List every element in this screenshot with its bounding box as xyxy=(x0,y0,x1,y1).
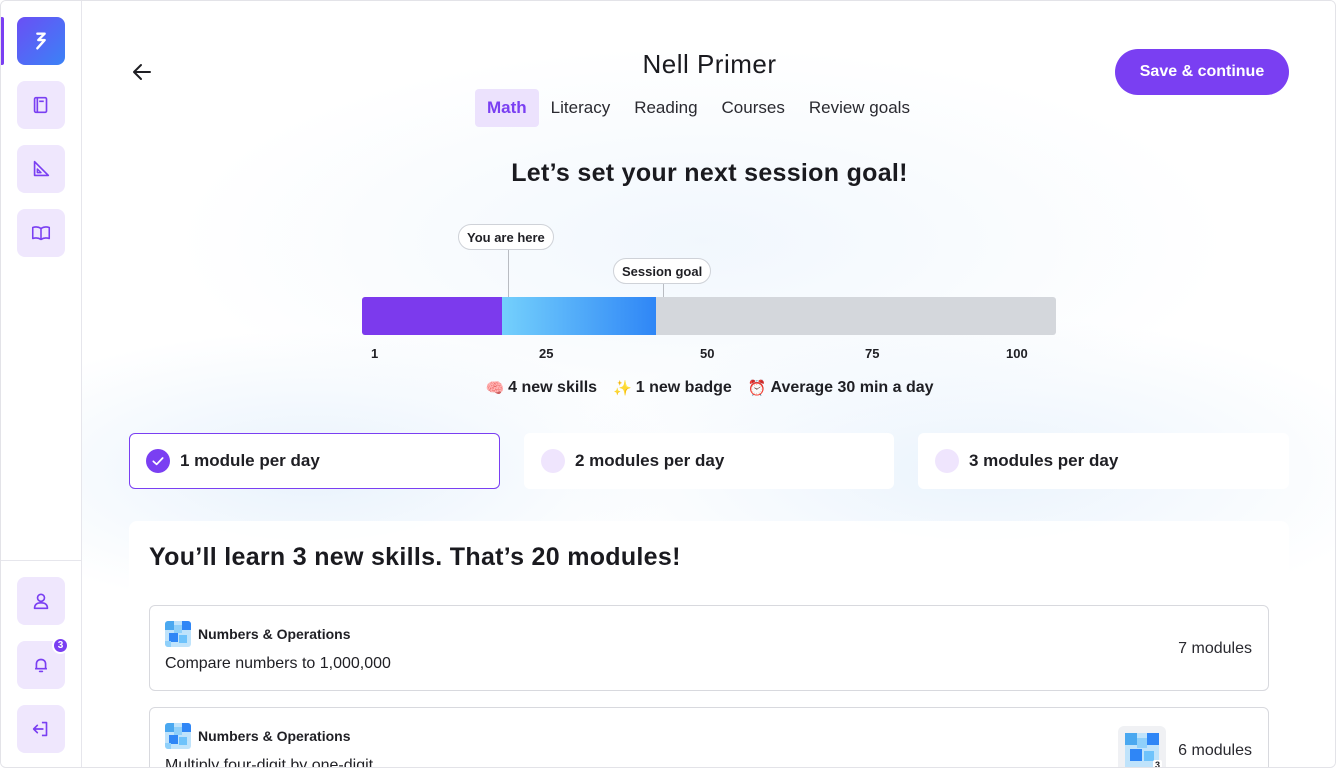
option-label: 2 modules per day xyxy=(575,451,725,470)
progress-tick-label: 25 xyxy=(539,346,554,361)
stat-text: 1 new badge xyxy=(635,379,732,396)
tab-review-goals[interactable]: Review goals xyxy=(797,89,922,127)
skill-module-count: 7 modules xyxy=(1178,640,1252,657)
sidebar: 3 xyxy=(1,1,82,767)
option-1-module-per-day[interactable]: 1 module per day xyxy=(129,433,500,489)
sidebar-item-geometry[interactable] xyxy=(17,145,65,193)
option-3-modules-per-day[interactable]: 3 modules per day xyxy=(918,433,1289,489)
progress-tick-label: 50 xyxy=(700,346,715,361)
skill-category: Numbers & Operations xyxy=(198,626,351,642)
you-are-here-label: You are here xyxy=(458,224,554,250)
option-label: 3 modules per day xyxy=(969,451,1119,470)
sidebar-item-book[interactable] xyxy=(17,81,65,129)
progress-tick-label: 100 xyxy=(1006,346,1028,361)
tab-courses[interactable]: Courses xyxy=(710,89,797,127)
tab-literacy[interactable]: Literacy xyxy=(539,89,623,127)
goal-headline: Let’s set your next session goal! xyxy=(511,159,908,187)
notification-count-badge: 3 xyxy=(52,637,69,654)
sidebar-item-home[interactable] xyxy=(17,17,65,65)
skill-name: Compare numbers to 1,000,000 xyxy=(165,655,391,672)
sidebar-divider xyxy=(1,560,81,561)
radio-checked-icon xyxy=(146,449,170,473)
progress-goal-segment xyxy=(502,297,656,335)
stat-text: 4 new skills xyxy=(508,379,598,396)
open-book-icon xyxy=(31,226,51,241)
progress-bar xyxy=(362,297,1056,335)
book-icon xyxy=(33,96,48,114)
bell-icon xyxy=(35,658,47,673)
goal-stats: 🧠 4 new skills ✨ 1 new badge ⏰ Average 3… xyxy=(82,379,1335,397)
radio-unchecked-icon xyxy=(541,449,565,473)
stat-text: Average 30 min a day xyxy=(770,379,934,396)
bolt-logo-icon xyxy=(36,32,46,50)
option-label: 1 module per day xyxy=(180,451,320,470)
badge-level: 3 xyxy=(1152,760,1162,768)
sidebar-item-profile[interactable] xyxy=(17,577,65,625)
progress-completed-segment xyxy=(362,297,502,335)
progress-tick-label: 75 xyxy=(865,346,880,361)
sidebar-item-reading[interactable] xyxy=(17,209,65,257)
app-window: 3 Nell Primer Math Literacy Reading Cour… xyxy=(0,0,1336,768)
save-continue-button[interactable]: Save & continue xyxy=(1115,49,1289,95)
skill-card[interactable]: Numbers & Operations Compare numbers to … xyxy=(149,605,1269,691)
session-goal-label: Session goal xyxy=(613,258,712,284)
skill-badge-thumbnail: 3 xyxy=(1118,726,1166,768)
skill-category: Numbers & Operations xyxy=(198,728,351,744)
main-content: Nell Primer Math Literacy Reading Course… xyxy=(82,1,1335,768)
stat-average-time: ⏰ Average 30 min a day xyxy=(748,379,934,397)
sidebar-active-indicator xyxy=(1,17,4,65)
skill-card[interactable]: Numbers & Operations Multiply four-digit… xyxy=(149,707,1269,768)
session-goal-marker-line xyxy=(663,284,664,297)
you-are-here-marker-line xyxy=(508,250,509,297)
skill-name: Multiply four-digit by one-digit xyxy=(165,757,374,768)
sidebar-item-notifications[interactable]: 3 xyxy=(17,637,69,689)
user-icon xyxy=(33,593,49,610)
subject-tabs: Math Literacy Reading Courses Review goa… xyxy=(475,89,922,127)
stat-new-badge: ✨ 1 new badge xyxy=(613,379,732,397)
stat-new-skills: 🧠 4 new skills xyxy=(485,379,597,397)
brain-icon: 🧠 xyxy=(485,379,505,397)
tab-math[interactable]: Math xyxy=(475,89,539,127)
radio-unchecked-icon xyxy=(935,449,959,473)
numbers-operations-icon xyxy=(165,723,191,749)
set-square-icon xyxy=(33,160,50,177)
progress-tick-label: 1 xyxy=(371,346,379,361)
tab-reading[interactable]: Reading xyxy=(622,89,709,127)
numbers-operations-icon xyxy=(165,621,191,647)
option-2-modules-per-day[interactable]: 2 modules per day xyxy=(524,433,894,489)
skills-summary-title: You’ll learn 3 new skills. That’s 20 mod… xyxy=(149,543,681,571)
logout-icon xyxy=(32,721,48,737)
skill-module-count: 6 modules xyxy=(1178,742,1252,759)
alarm-clock-icon: ⏰ xyxy=(747,379,767,397)
sidebar-item-logout[interactable] xyxy=(17,705,65,753)
sparkles-icon: ✨ xyxy=(613,379,632,397)
skills-panel: You’ll learn 3 new skills. That’s 20 mod… xyxy=(129,521,1289,768)
